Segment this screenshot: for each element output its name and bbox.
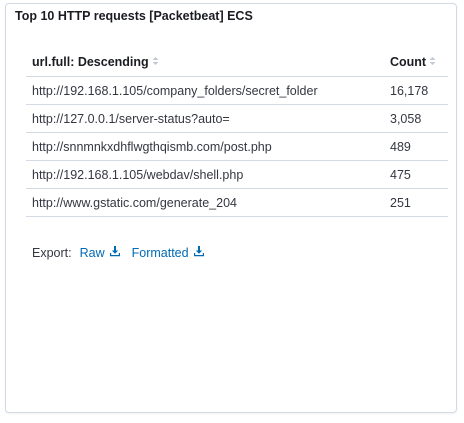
export-bar: Export: Raw Formatted <box>32 245 205 260</box>
table-row: http://192.168.1.105/company_folders/sec… <box>26 76 448 105</box>
export-raw-button[interactable]: Raw <box>80 245 121 260</box>
table-row: http://www.gstatic.com/generate_204 251 <box>26 188 448 217</box>
download-icon <box>193 245 205 260</box>
sort-icon[interactable] <box>151 55 160 69</box>
table-row: http://snnmnkxdhflwgthqismb.com/post.php… <box>26 132 448 161</box>
export-formatted-label: Formatted <box>131 245 189 260</box>
export-raw-label: Raw <box>79 245 105 260</box>
count-cell: 251 <box>384 188 448 217</box>
count-cell: 475 <box>384 160 448 189</box>
count-cell: 489 <box>384 132 448 161</box>
sort-icon[interactable] <box>428 55 437 69</box>
url-cell[interactable]: http://127.0.0.1/server-status?auto= <box>26 104 384 133</box>
table-header-row: url.full: Descending Count <box>26 48 448 77</box>
column-header-url[interactable]: url.full: Descending <box>26 48 384 77</box>
url-cell[interactable]: http://192.168.1.105/webdav/shell.php <box>26 160 384 189</box>
export-label: Export: <box>32 245 72 260</box>
download-icon <box>109 245 121 260</box>
url-cell[interactable]: http://snnmnkxdhflwgthqismb.com/post.php <box>26 132 384 161</box>
url-cell[interactable]: http://192.168.1.105/company_folders/sec… <box>26 76 384 105</box>
count-cell: 16,178 <box>384 76 448 105</box>
count-cell: 3,058 <box>384 104 448 133</box>
column-header-label: Count <box>390 54 427 69</box>
data-table: url.full: Descending Count http://192.16… <box>26 48 448 217</box>
panel-title: Top 10 HTTP requests [Packetbeat] ECS <box>15 9 253 23</box>
visualization-panel: Top 10 HTTP requests [Packetbeat] ECS ur… <box>5 3 457 413</box>
column-header-count[interactable]: Count <box>384 48 448 77</box>
column-header-label: url.full: Descending <box>32 54 149 69</box>
url-cell[interactable]: http://www.gstatic.com/generate_204 <box>26 188 384 217</box>
table-row: http://127.0.0.1/server-status?auto= 3,0… <box>26 104 448 133</box>
table-row: http://192.168.1.105/webdav/shell.php 47… <box>26 160 448 189</box>
export-formatted-button[interactable]: Formatted <box>132 245 205 260</box>
